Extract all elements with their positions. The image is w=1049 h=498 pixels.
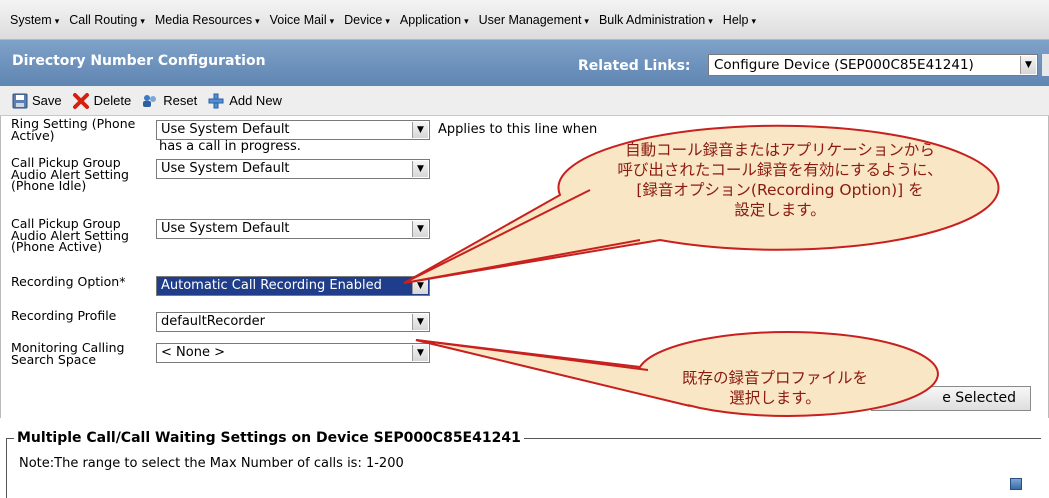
callout-graphics bbox=[403, 124, 1000, 417]
callout-top-line-4: 設定します。 bbox=[734, 201, 826, 219]
callout-top-text: 自動コール録音またはアプリケーションから 呼び出されたコール録音を有効にするよう… bbox=[560, 140, 1000, 220]
callout-top-line-2: 呼び出されたコール録音を有効にするように、 bbox=[617, 161, 943, 179]
callout-top-line-3: [録音オプション(Recording Option)] を bbox=[636, 181, 924, 199]
callout-top-line-1: 自動コール録音またはアプリケーションから bbox=[625, 141, 935, 159]
callout-bottom-line-1: 既存の録音プロファイルを bbox=[681, 369, 868, 387]
callout-bottom-line-2: 選択します。 bbox=[729, 389, 821, 407]
callout-bottom-text: 既存の録音プロファイルを 選択します。 bbox=[640, 368, 910, 408]
